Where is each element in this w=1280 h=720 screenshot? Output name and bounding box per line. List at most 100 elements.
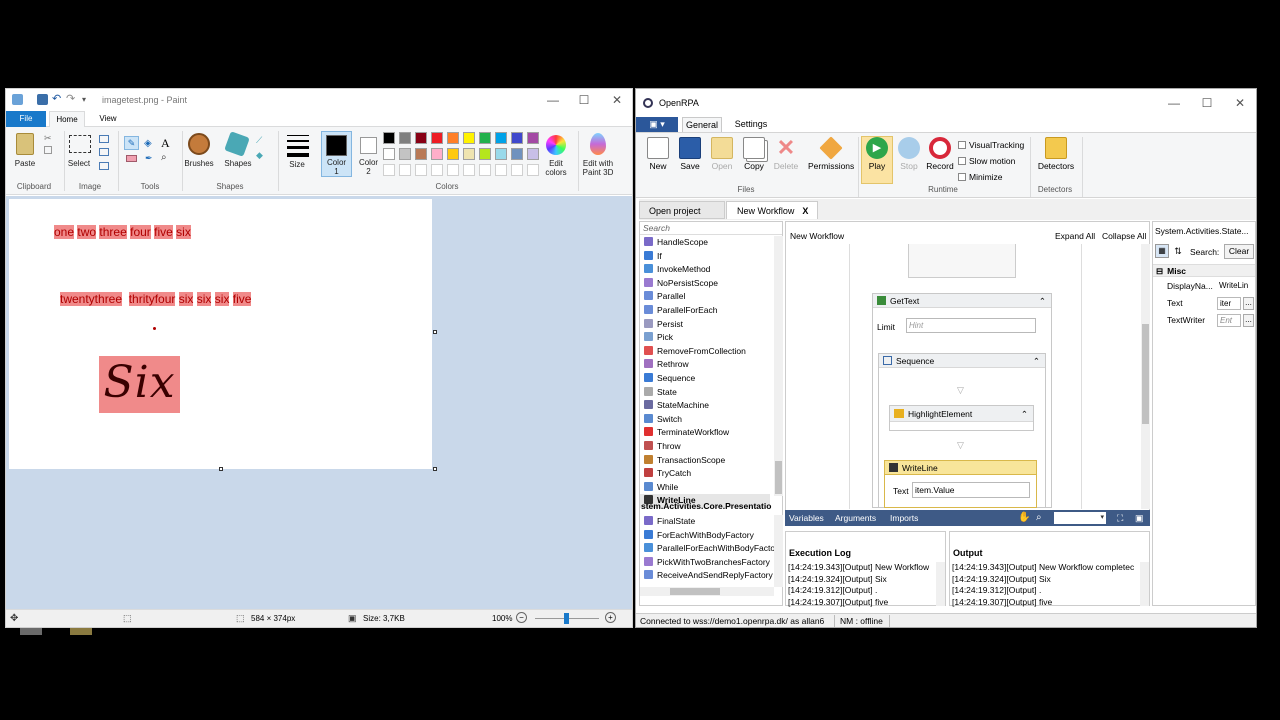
gettext-header[interactable]: GetText ⌃ <box>873 294 1051 308</box>
toolbox-item[interactable]: Switch <box>644 413 682 427</box>
writeline-activity[interactable]: WriteLine Text item.Value <box>884 460 1037 508</box>
toolbox-scrollbar-2[interactable] <box>774 515 783 587</box>
toolbox-item[interactable]: TerminateWorkflow <box>644 426 729 440</box>
toolbox-section-header[interactable]: stem.Activities.Core.Presentatio <box>640 499 774 513</box>
palette-color-swatch[interactable] <box>479 132 491 144</box>
resize-handle-corner[interactable] <box>433 467 437 471</box>
outline-icon[interactable]: ⟋ <box>256 135 262 146</box>
overview-map-icon[interactable]: ▣ <box>1135 510 1144 526</box>
edit-with-paint3d-button[interactable]: Edit with Paint 3D <box>578 159 618 177</box>
designer-breadcrumb[interactable]: New Workflow <box>790 231 844 241</box>
palette-color-swatch[interactable] <box>447 132 459 144</box>
palette-color-swatch[interactable] <box>527 132 539 144</box>
tab-open-project[interactable]: Open project <box>639 201 725 219</box>
zoom-in-button[interactable]: + <box>605 612 616 623</box>
toolbox-item[interactable]: HandleScope <box>644 236 708 250</box>
permissions-button[interactable]: Permissions <box>808 136 854 183</box>
paint3d-icon[interactable] <box>590 133 606 155</box>
toolbox-search-input[interactable]: Search <box>640 222 782 235</box>
palette-custom-swatch[interactable] <box>495 164 507 176</box>
toolbox-scrollbar[interactable] <box>774 236 783 496</box>
save-button[interactable]: Save <box>674 137 706 183</box>
toolbox-item[interactable]: PickWithTwoBranchesFactory <box>644 556 770 570</box>
pencil-icon[interactable]: ✎ <box>124 136 139 150</box>
palette-color-swatch[interactable] <box>399 148 411 160</box>
writeline-header[interactable]: WriteLine <box>885 461 1036 475</box>
property-ellipsis-button[interactable]: ... <box>1243 314 1254 327</box>
sequence-activity[interactable]: Sequence ⌃ ▽ HighlightElement ⌃ ▽ WriteLin… <box>878 353 1046 508</box>
palette-custom-swatch[interactable] <box>399 164 411 176</box>
copy-icon[interactable] <box>44 146 52 154</box>
paste-icon[interactable] <box>16 133 34 155</box>
visual-tracking-checkbox[interactable]: VisualTracking <box>958 140 1024 150</box>
crop-icon[interactable] <box>99 135 109 143</box>
new-button[interactable]: New <box>642 137 674 183</box>
save-icon[interactable] <box>37 94 48 105</box>
tab-general[interactable]: General <box>682 117 722 132</box>
collapse-all-button[interactable]: Collapse All <box>1102 231 1146 241</box>
toolbox-item[interactable]: Rethrow <box>644 358 689 372</box>
toolbox-item[interactable]: While <box>644 481 678 495</box>
resize-handle-right[interactable] <box>433 330 437 334</box>
stop-button[interactable]: Stop <box>893 137 925 183</box>
limit-input[interactable]: Hint <box>906 318 1036 333</box>
cut-icon[interactable]: ✂ <box>44 133 52 144</box>
taskbar-item[interactable] <box>20 628 42 635</box>
redo-icon[interactable]: ↷ <box>66 94 77 105</box>
palette-color-swatch[interactable] <box>511 148 523 160</box>
palette-custom-swatch[interactable] <box>415 164 427 176</box>
arguments-tab[interactable]: Arguments <box>835 510 876 526</box>
customize-quick-access-icon[interactable]: ▾ <box>82 94 93 105</box>
open-button[interactable]: Open <box>706 137 738 183</box>
toolbox-item[interactable]: Persist <box>644 318 683 332</box>
palette-color-swatch[interactable] <box>447 148 459 160</box>
resize-icon[interactable] <box>99 148 109 156</box>
shapes-icon[interactable] <box>224 131 250 157</box>
zoom-out-button[interactable]: − <box>516 612 527 623</box>
expand-all-button[interactable]: Expand All <box>1055 231 1095 241</box>
minimize-checkbox[interactable]: Minimize <box>958 172 1003 182</box>
record-button[interactable]: Record <box>924 137 956 183</box>
property-ellipsis-button[interactable]: ... <box>1243 297 1254 310</box>
palette-color-swatch[interactable] <box>527 148 539 160</box>
copy-button[interactable]: Copy <box>738 137 770 183</box>
zoom-icon[interactable]: ⌕ <box>1036 510 1042 526</box>
palette-color-swatch[interactable] <box>415 132 427 144</box>
text-input[interactable]: item.Value <box>912 482 1030 498</box>
edit-colors-icon[interactable] <box>546 135 566 155</box>
palette-custom-swatch[interactable] <box>431 164 443 176</box>
toolbox-item[interactable]: TryCatch <box>644 467 691 481</box>
zoom-dropdown[interactable]: ▾ <box>1054 512 1106 524</box>
openrpa-minimize-button[interactable]: — <box>1159 95 1189 111</box>
toolbox-item[interactable]: TransactionScope <box>644 454 725 468</box>
maximize-button[interactable]: ☐ <box>569 92 599 108</box>
toolbox-item[interactable]: ReceiveAndSendReplyFactory <box>644 569 773 583</box>
collapse-sequence-icon[interactable]: ⌃ <box>1033 354 1040 368</box>
slow-motion-checkbox[interactable]: Slow motion <box>958 156 1015 166</box>
highlight-element-header[interactable]: HighlightElement ⌃ <box>890 406 1033 422</box>
drop-target-arrow[interactable]: ▽ <box>957 385 964 396</box>
pan-icon[interactable]: ✋ <box>1018 510 1030 526</box>
designer-scrollbar[interactable] <box>1141 244 1150 509</box>
toolbox-item[interactable]: Sequence <box>644 372 695 386</box>
undo-icon[interactable]: ↶ <box>52 94 63 105</box>
toolbox-item[interactable]: If <box>644 250 662 264</box>
brushes-button[interactable]: Brushes <box>182 159 216 168</box>
palette-color-swatch[interactable] <box>463 148 475 160</box>
palette-color-swatch[interactable] <box>431 148 443 160</box>
taskbar-item-2[interactable] <box>70 628 92 635</box>
toolbox-item[interactable]: ParallelForEachWithBodyFactory <box>644 542 782 556</box>
sequence-header[interactable]: Sequence ⌃ <box>879 354 1045 368</box>
palette-color-swatch[interactable] <box>415 148 427 160</box>
palette-custom-swatch[interactable] <box>383 164 395 176</box>
palette-custom-swatch[interactable] <box>511 164 523 176</box>
toolbox-item[interactable]: ForEachWithBodyFactory <box>644 529 754 543</box>
tab-file[interactable]: File <box>6 111 46 127</box>
sort-alpha-icon[interactable]: ⇅ <box>1171 244 1185 258</box>
toolbox-item[interactable]: ParallelForEach <box>644 304 717 318</box>
play-button[interactable]: ▶ Play <box>861 137 893 183</box>
misc-category[interactable]: ⊟ Misc <box>1153 264 1255 277</box>
toolbox-item[interactable]: Pick <box>644 331 673 345</box>
minimize-button[interactable]: — <box>538 92 568 108</box>
toolbox-hscrollbar[interactable] <box>640 587 774 596</box>
